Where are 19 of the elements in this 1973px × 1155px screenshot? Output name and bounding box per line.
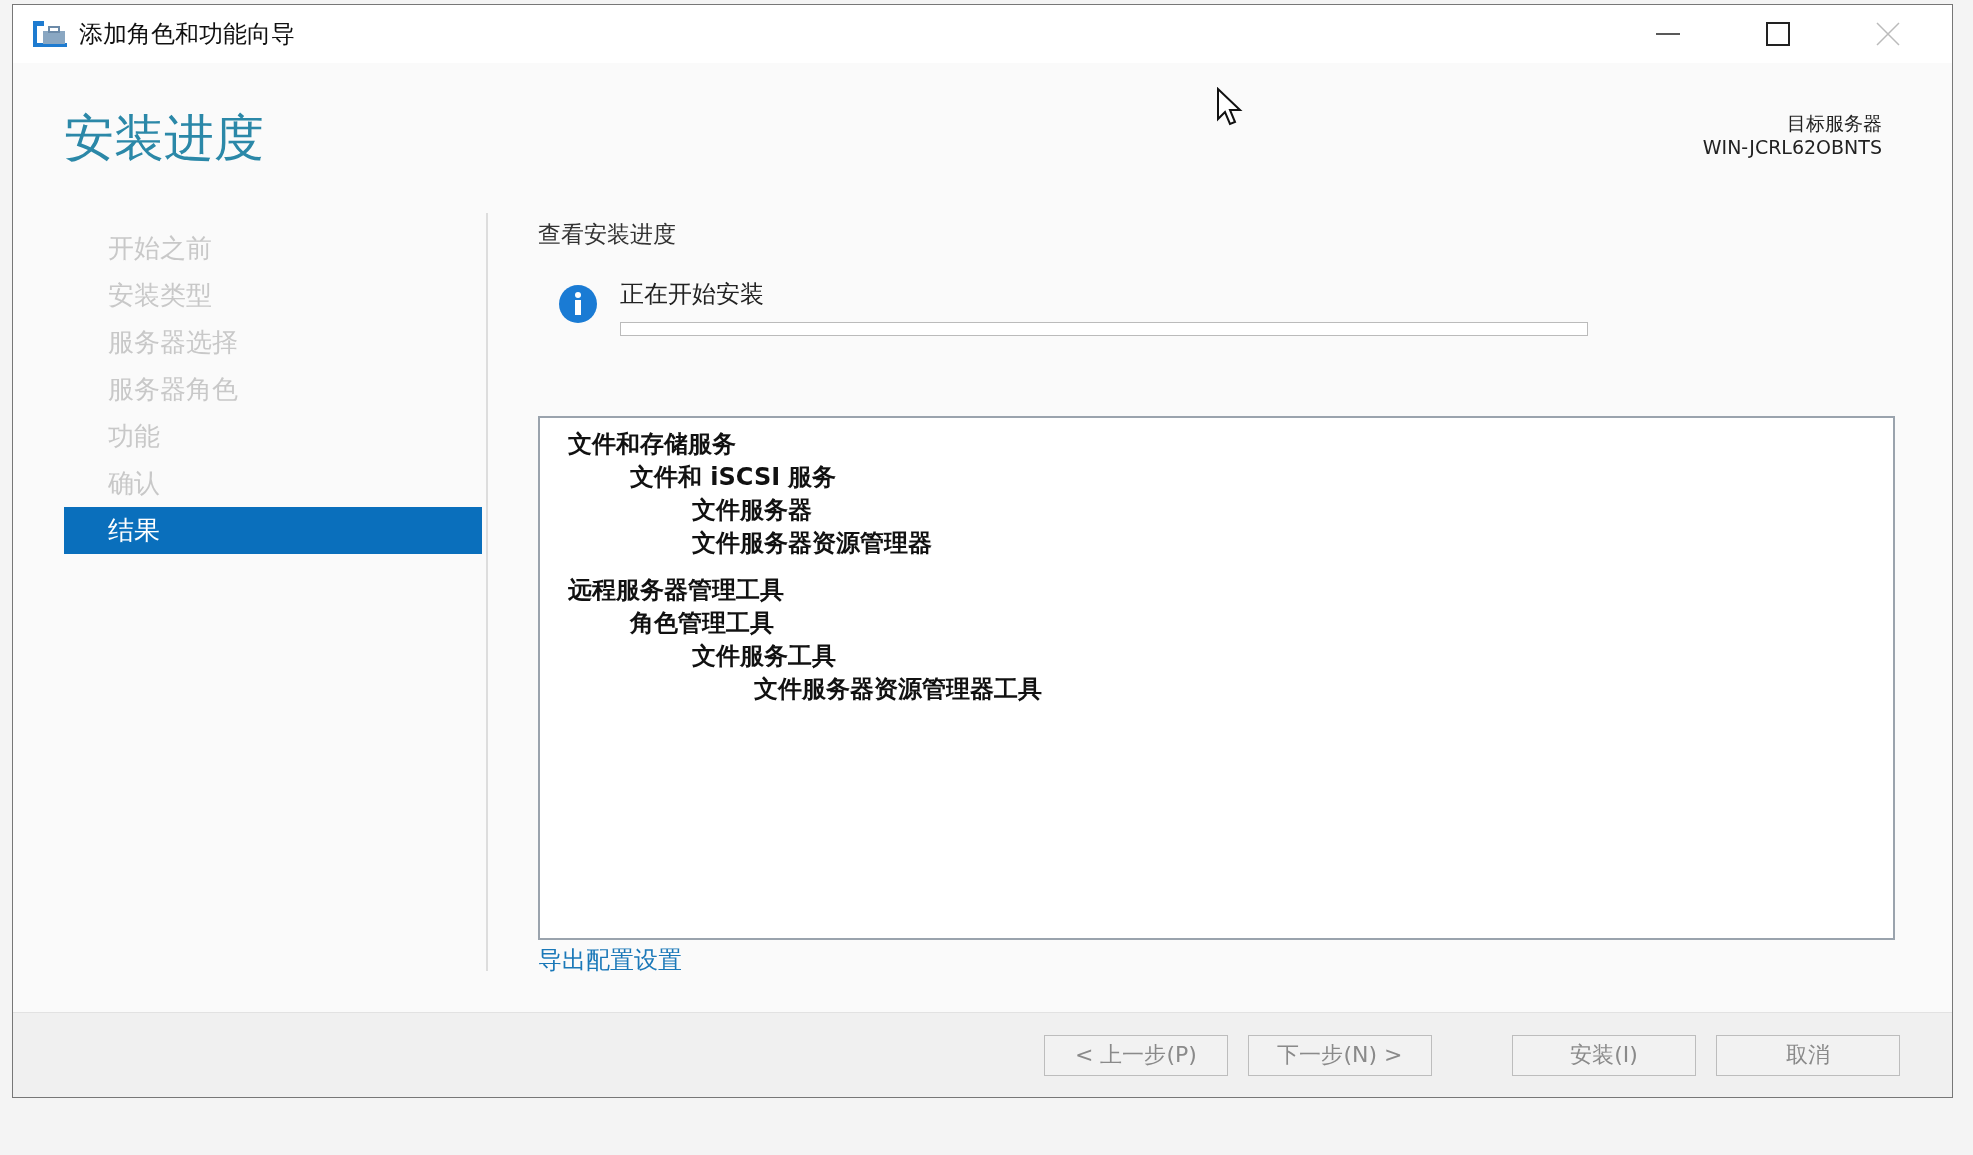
- feature-item: 文件服务工具: [692, 641, 837, 672]
- target-server-name: WIN-JCRL62OBNTS: [1702, 135, 1882, 159]
- window-title: 添加角色和功能向导: [79, 19, 295, 50]
- status-text: 正在开始安装: [620, 279, 765, 310]
- page-heading: 安装进度: [64, 108, 264, 169]
- feature-item: 文件和 iSCSI 服务: [630, 462, 838, 493]
- target-server-label: 目标服务器: [1787, 111, 1882, 135]
- feature-item: 文件服务器资源管理器工具: [754, 674, 1043, 705]
- section-title: 查看安装进度: [538, 220, 677, 249]
- wizard-step[interactable]: 结果: [64, 507, 482, 554]
- server-toolbox-icon: [33, 21, 67, 47]
- feature-item: 角色管理工具: [630, 608, 775, 639]
- feature-item: 文件服务器: [692, 495, 813, 526]
- feature-item: 远程服务器管理工具: [568, 575, 785, 606]
- info-icon: [558, 284, 598, 324]
- feature-item: 文件和存储服务: [568, 429, 737, 460]
- export-settings-link[interactable]: 导出配置设置: [538, 944, 682, 976]
- maximize-icon[interactable]: [1766, 22, 1790, 46]
- feature-item: 文件服务器资源管理器: [692, 528, 933, 559]
